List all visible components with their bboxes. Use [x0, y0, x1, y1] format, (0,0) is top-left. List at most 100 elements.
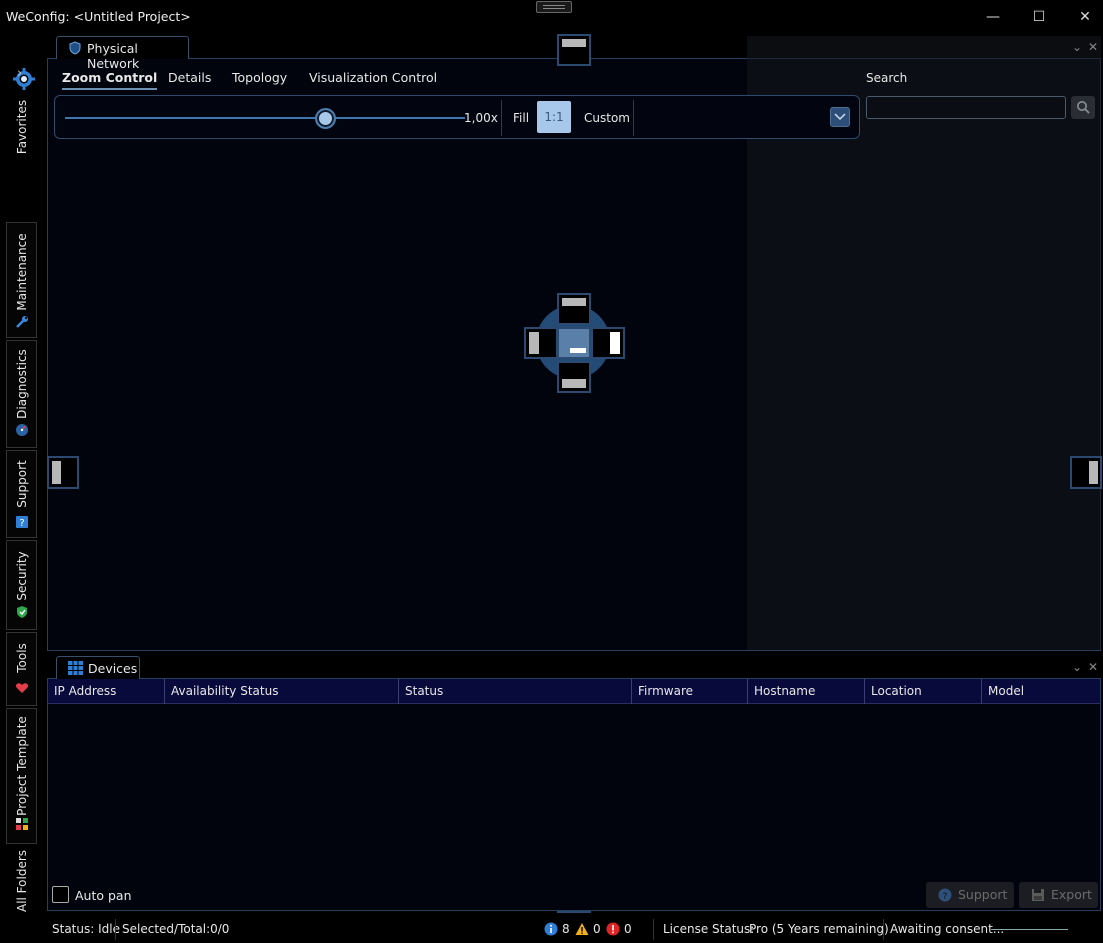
wrench-icon: [16, 316, 28, 328]
license-value: Pro (5 Years remaining): [749, 922, 889, 936]
expand-rail-button[interactable]: ›: [17, 66, 22, 81]
minimize-button[interactable]: —: [970, 5, 1016, 29]
dock-left-guide[interactable]: [47, 456, 79, 489]
tab-visualization-control[interactable]: Visualization Control: [309, 70, 437, 85]
svg-text:?: ?: [19, 518, 24, 529]
dock-right-guide[interactable]: [1070, 456, 1102, 489]
rail-tab-label: Security: [14, 551, 29, 601]
tab-physical-network[interactable]: Physical Network: [56, 36, 189, 71]
zoom-one-to-one-button[interactable]: 1:1: [537, 101, 571, 133]
consent-status: Awaiting consent...: [890, 922, 1005, 936]
auto-pan-label: Auto pan: [75, 888, 132, 903]
status-bar: Status: Idle Selected/Total:0/0 8 0 0 Li…: [47, 916, 1103, 943]
rail-tab-label: Maintenance: [14, 233, 29, 311]
close-panel-icon[interactable]: ✕: [1088, 40, 1098, 54]
license-label: License Status:: [663, 922, 755, 936]
chevron-down-icon: [834, 113, 846, 121]
warning-count: 0: [593, 922, 601, 936]
dock-compass-bottom[interactable]: [557, 361, 591, 393]
error-count: 0: [624, 922, 632, 936]
search-button[interactable]: [1071, 96, 1095, 119]
info-icon[interactable]: [544, 922, 558, 936]
help-icon: ?: [16, 516, 28, 529]
search-label: Search: [866, 71, 908, 85]
column-status[interactable]: Status: [399, 679, 632, 704]
close-devices-icon[interactable]: ✕: [1088, 660, 1098, 674]
zoom-custom-button[interactable]: Custom: [584, 111, 630, 125]
rail-tab-diagnostics[interactable]: Diagnostics: [6, 340, 37, 448]
dock-compass-left[interactable]: [524, 327, 558, 359]
column-location[interactable]: Location: [865, 679, 982, 704]
rail-tab-label: All Folders: [14, 849, 29, 913]
column-ip-address[interactable]: IP Address: [48, 679, 165, 704]
dock-compass-center[interactable]: [557, 327, 591, 359]
help-circle-icon: ?: [938, 888, 952, 902]
search-input[interactable]: [866, 96, 1066, 119]
svg-text:?: ?: [943, 892, 948, 902]
drag-grip-icon[interactable]: [536, 1, 572, 13]
divider: [501, 100, 502, 136]
support-label: Support: [958, 887, 1008, 902]
rail-tab-label: Favorites: [14, 99, 29, 155]
rail-tab-label: Support: [14, 460, 29, 508]
shield-icon: [69, 41, 81, 55]
rail-tab-support[interactable]: Support ?: [6, 450, 37, 538]
divider: [653, 919, 654, 940]
search-icon: [1077, 101, 1090, 114]
tab-devices[interactable]: Devices: [56, 656, 140, 679]
export-label: Export: [1051, 887, 1092, 902]
zoom-slider-track[interactable]: [65, 117, 465, 119]
gauge-icon: [16, 424, 28, 436]
rail-tab-all-folders[interactable]: All Folders: [6, 848, 37, 918]
window-title: WeConfig: <Untitled Project>: [6, 9, 191, 24]
rail-tab-label: Diagnostics: [14, 349, 29, 419]
collapse-panel-icon[interactable]: ⌄: [1072, 40, 1082, 54]
security-shield-icon: [17, 606, 27, 618]
rail-tab-maintenance[interactable]: Maintenance: [6, 222, 37, 338]
grid-icon: [68, 661, 83, 675]
divider: [883, 919, 884, 940]
status-text: Status: Idle: [52, 922, 120, 936]
tab-details[interactable]: Details: [168, 70, 211, 85]
column-hostname[interactable]: Hostname: [748, 679, 865, 704]
consent-progress: [991, 929, 1068, 930]
rail-tab-favorites[interactable]: Favorites: [6, 86, 37, 174]
column-model[interactable]: Model: [982, 679, 1100, 704]
dock-top-guide[interactable]: [557, 34, 591, 66]
title-bar: WeConfig: <Untitled Project> — ☐ ✕: [0, 0, 1103, 34]
divider: [633, 100, 634, 136]
warning-icon[interactable]: [575, 922, 589, 936]
selection-count: Selected/Total:0/0: [122, 922, 230, 936]
rail-tab-project-template[interactable]: Project Template: [6, 708, 37, 844]
tab-zoom-control[interactable]: Zoom Control: [62, 70, 158, 90]
rail-tab-tools[interactable]: Tools: [6, 632, 37, 706]
zoom-dropdown-button[interactable]: [830, 107, 850, 127]
rail-tab-security[interactable]: Security: [6, 540, 37, 630]
info-count: 8: [562, 922, 570, 936]
dock-compass-right[interactable]: [591, 327, 625, 359]
dock-compass-top[interactable]: [557, 293, 591, 325]
template-icon: [16, 818, 28, 830]
support-button[interactable]: ? Support: [926, 882, 1014, 908]
export-button[interactable]: Export: [1019, 882, 1098, 908]
error-icon[interactable]: [606, 922, 620, 936]
zoom-value: 1,00x: [464, 111, 498, 125]
zoom-slider-thumb[interactable]: [314, 108, 336, 129]
devices-panel: [47, 678, 1101, 911]
save-icon: [1032, 889, 1044, 901]
tab-topology[interactable]: Topology: [232, 70, 287, 85]
auto-pan-checkbox[interactable]: [52, 886, 69, 903]
divider: [115, 919, 116, 940]
zoom-fill-button[interactable]: Fill: [513, 111, 529, 125]
rail-tab-label: Project Template: [14, 716, 29, 816]
tab-label: Physical Network: [87, 41, 140, 71]
maximize-button[interactable]: ☐: [1016, 5, 1062, 29]
devices-table-header: IP Address Availability Status Status Fi…: [48, 679, 1100, 704]
column-availability-status[interactable]: Availability Status: [165, 679, 399, 704]
column-firmware[interactable]: Firmware: [632, 679, 748, 704]
rail-tab-label: Tools: [14, 643, 29, 673]
close-button[interactable]: ✕: [1062, 5, 1103, 29]
zoom-control-bar: 1,00x Fill 1:1 Custom: [54, 95, 860, 139]
tab-label: Devices: [88, 661, 138, 676]
collapse-devices-icon[interactable]: ⌄: [1072, 660, 1082, 674]
